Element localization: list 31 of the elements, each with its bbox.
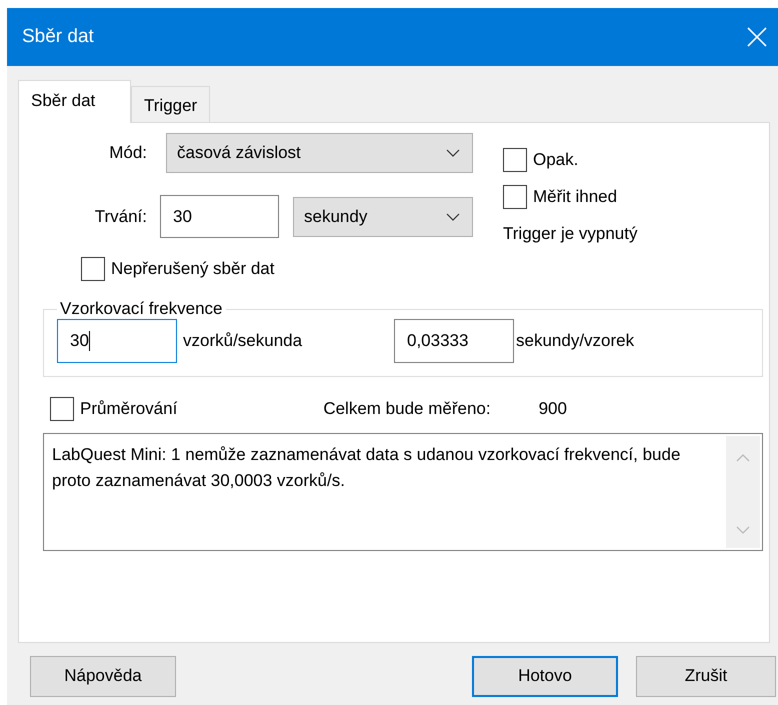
tab[interactable]: Trigger — [131, 86, 210, 122]
total-label: Celkem bude měřeno: — [323, 399, 491, 419]
rate-field[interactable]: 30 — [57, 319, 177, 363]
checkbox[interactable] — [81, 257, 105, 281]
checkbox-label: Nepřerušený sběr dat — [111, 259, 274, 279]
rate-unit-label: vzorků/sekunda — [183, 331, 304, 351]
checkbox-label: Průměrování — [80, 399, 178, 419]
interval-unit-label: sekundy/vzorek — [516, 331, 634, 351]
chevron-icon — [446, 149, 460, 157]
mode-label: Mód: — [108, 143, 147, 163]
mode-dropdown[interactable]: časová závislost — [166, 133, 473, 173]
group-title: Vzorkovací frekvence — [59, 299, 224, 319]
dialog-button[interactable]: Nápověda — [30, 656, 176, 696]
checkbox[interactable] — [503, 148, 527, 172]
total-value: 900 — [538, 399, 567, 419]
checkbox[interactable] — [503, 185, 527, 209]
checkbox[interactable] — [50, 397, 74, 421]
message-text: LabQuest Mini: 1 nemůže zaznamenávat data s udanou vzorkovací frekvencí, bude proto zaznamenávat 30,0003 vzorků/s. — [51, 444, 682, 492]
duration-field[interactable]: 30 — [160, 195, 279, 238]
chevron-icon — [446, 212, 460, 220]
close-icon[interactable] — [747, 27, 767, 47]
dialog-button[interactable]: Zrušit — [636, 656, 776, 696]
dialog-button[interactable]: Hotovo — [472, 656, 618, 696]
unit-dropdown[interactable]: sekundy — [293, 196, 473, 236]
window-title: Sběr dat — [22, 26, 94, 48]
checkbox-label: Měřit ihned — [533, 187, 618, 207]
interval-field[interactable]: 0,03333 — [394, 319, 514, 363]
duration-label: Trvání: — [94, 206, 147, 226]
checkbox-label: Opak. — [533, 150, 578, 170]
tab[interactable]: Sběr dat — [18, 80, 131, 123]
trigger-status-text: Trigger je vypnutý — [503, 224, 638, 244]
